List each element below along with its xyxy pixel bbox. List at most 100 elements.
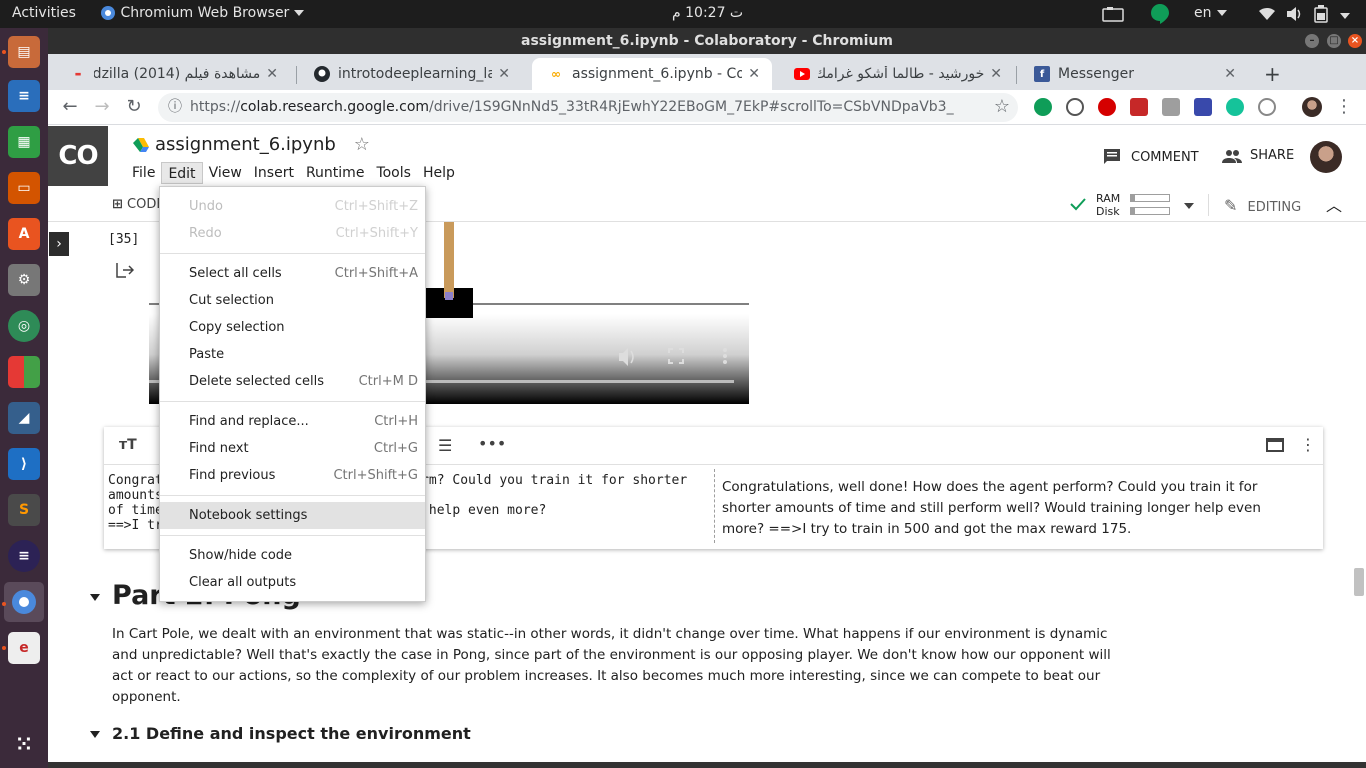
add-code-button[interactable]: ⊞ CODE [112,197,165,212]
back-icon[interactable]: ← [58,95,82,119]
tab-godzilla[interactable]: ▬ مشاهدة فيلم Godzilla (2014) ✕ [54,58,290,90]
maximize-icon[interactable]: □ [1327,34,1341,48]
menu-item-find-replace[interactable]: Find and replace... Ctrl+H [160,408,425,435]
menu-runtime[interactable]: Runtime [300,162,370,184]
impress-icon[interactable]: ▭ [8,172,40,204]
colab-logo[interactable]: CO [48,126,108,186]
close-tab-icon[interactable]: ✕ [748,66,760,82]
camera-extension-icon[interactable] [1162,98,1180,116]
minimize-icon[interactable]: – [1305,34,1319,48]
menu-item-select-all[interactable]: Select all cells Ctrl+Shift+A [160,260,425,287]
mysql-workbench-icon[interactable]: ◢ [8,402,40,434]
info-icon[interactable]: ⓘ [168,93,182,122]
battery-icon[interactable] [1314,5,1328,27]
new-tab-icon[interactable]: + [1264,62,1281,86]
menu-item-redo[interactable]: Redo Ctrl+Shift+Y [160,220,425,247]
activities-button[interactable]: Activities [12,5,76,21]
close-tab-icon[interactable]: ✕ [1224,66,1236,82]
close-tab-icon[interactable]: ✕ [266,66,278,82]
reload-icon[interactable]: ↻ [122,95,146,119]
menu-item-clear-outputs[interactable]: Clear all outputs [160,569,425,596]
grammarly-extension-icon[interactable] [1226,98,1244,116]
sidebar-toggle-icon[interactable]: › [49,232,69,256]
eclipse-icon[interactable]: ≡ [8,540,40,572]
settings-icon[interactable]: ⚙ [8,264,40,296]
hangouts-extension-icon[interactable] [1034,98,1052,116]
scrollbar-thumb[interactable] [1354,568,1364,596]
hangouts-indicator-icon[interactable] [1150,3,1170,29]
menu-item-notebook-settings[interactable]: Notebook settings [160,502,425,529]
star-icon[interactable]: ☆ [354,134,370,155]
tab-messenger[interactable]: f Messenger ✕ [1018,58,1248,90]
menu-help[interactable]: Help [417,162,461,184]
menu-item-copy[interactable]: Copy selection [160,314,425,341]
ram-label: RAM [1096,192,1121,205]
comment-button[interactable]: COMMENT [1103,148,1199,166]
collapse-subsection-icon[interactable] [90,731,100,738]
forward-icon[interactable]: → [90,95,114,119]
output-exit-icon[interactable] [116,262,134,278]
chromium-dock-icon[interactable] [4,582,44,622]
wifi-icon[interactable] [1258,6,1276,26]
menu-tools[interactable]: Tools [370,162,417,184]
vscode-icon[interactable]: ⟩ [8,448,40,480]
text-size-icon[interactable]: тТ [119,437,137,453]
menu-item-cut[interactable]: Cut selection [160,287,425,314]
close-tab-icon[interactable]: ✕ [990,66,1002,82]
text-editor-icon[interactable]: e [8,632,40,664]
screenshot-indicator-icon[interactable] [1102,6,1124,26]
menu-item-find-next[interactable]: Find next Ctrl+G [160,435,425,462]
calc-icon[interactable]: ▦ [8,126,40,158]
menu-item-find-previous[interactable]: Find previous Ctrl+Shift+G [160,462,425,489]
share-button[interactable]: SHARE [1222,148,1294,163]
sublime-text-icon[interactable]: S [8,494,40,526]
tab-youtube[interactable]: خورشيد - طالما أشكو غرامك ✕ [778,58,1014,90]
menu-item-show-hide-code[interactable]: Show/hide code [160,542,425,569]
download-extension-icon[interactable] [1130,98,1148,116]
collapse-section-icon[interactable] [90,594,100,601]
editing-mode-button[interactable]: ✎ EDITING [1224,196,1301,215]
tab-github[interactable]: introtodeeplearning_labs ✕ [298,58,522,90]
pencil-icon: ✎ [1224,196,1238,215]
tab-colab[interactable]: ∞ assignment_6.ipynb - Cola ✕ [532,58,772,90]
menu-item-undo[interactable]: Undo Ctrl+Shift+Z [160,193,425,220]
clock[interactable]: ت 10:27 م [672,5,743,21]
volume-icon[interactable] [1285,6,1303,26]
video-extension-icon[interactable] [1194,98,1212,116]
connected-check-icon[interactable] [1070,197,1086,211]
menu-insert[interactable]: Insert [248,162,300,184]
close-tab-icon[interactable]: ✕ [498,66,510,82]
colab-menu-bar: File Edit View Insert Runtime Tools Help [126,162,461,184]
color-app-icon[interactable] [8,356,40,388]
bookmark-star-icon[interactable]: ☆ [990,95,1014,119]
address-bar[interactable]: ⓘ https://colab.research.google.com/driv… [158,93,1018,122]
profile-avatar-icon[interactable] [1302,97,1322,117]
glasses-extension-icon[interactable] [1258,98,1276,116]
language-indicator[interactable]: en [1194,5,1227,21]
spotify-like-icon[interactable]: ◎ [8,310,40,342]
more-horiz-icon[interactable]: ••• [478,434,506,453]
menu-view[interactable]: View [203,162,248,184]
resources-dropdown-icon[interactable] [1184,198,1194,213]
adblock-extension-icon[interactable] [1098,98,1116,116]
menu-file[interactable]: File [126,162,161,184]
show-applications-icon[interactable]: ⁙ [8,728,40,760]
files-icon[interactable]: ▤ [8,36,40,68]
chrome-menu-icon[interactable]: ⋮ [1332,95,1356,119]
bulleted-list-icon[interactable]: ☰ [438,436,452,455]
collapse-header-icon[interactable]: ︿ [1326,192,1342,216]
cell-more-icon[interactable]: ⋮ [1300,435,1316,454]
menu-item-delete-cells[interactable]: Delete selected cells Ctrl+M D [160,368,425,395]
avatar[interactable] [1310,141,1342,173]
speed-extension-icon[interactable] [1066,98,1084,116]
writer-icon[interactable]: ≡ [8,80,40,112]
software-center-icon[interactable]: A [8,218,40,250]
app-menu[interactable]: Chromium Web Browser [100,5,305,21]
menu-edit[interactable]: Edit [161,162,203,184]
toggle-preview-icon[interactable] [1266,438,1284,452]
notebook-title[interactable]: assignment_6.ipynb [155,134,336,155]
close-window-icon[interactable]: × [1348,34,1362,48]
power-menu-icon[interactable] [1340,8,1350,24]
menu-item-paste[interactable]: Paste [160,341,425,368]
window-title: assignment_6.ipynb - Colaboratory - Chro… [521,33,893,49]
